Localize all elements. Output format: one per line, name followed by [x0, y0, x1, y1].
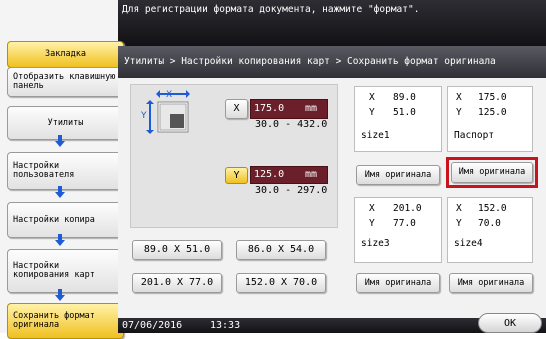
slot-y-label: Y — [456, 218, 462, 229]
slot-y-value: 70.0 — [478, 218, 501, 229]
x-select-button[interactable]: X — [225, 99, 248, 119]
nav-step-save-original-size[interactable]: Сохранить формат оригинала — [7, 303, 124, 339]
preset-label: 152.0 X 70.0 — [244, 277, 318, 288]
original-name-button[interactable]: Имя оригинала — [356, 273, 440, 293]
original-name-button[interactable]: Имя оригинала — [356, 165, 440, 185]
keypad-button[interactable]: Отобразить клавишную панель — [7, 67, 124, 97]
slot-y-label: Y — [369, 107, 375, 118]
slot-name: size4 — [454, 238, 483, 249]
preset-button[interactable]: 89.0 X 51.0 — [132, 240, 222, 260]
status-date: 07/06/2016 — [122, 320, 183, 331]
y-value: 125.0 — [254, 169, 285, 180]
nav-step-label: Настройки пользователя — [13, 161, 75, 180]
document-size-icon: X Y — [140, 90, 190, 134]
arrow-down-icon — [55, 234, 65, 246]
y-label: Y — [233, 170, 240, 181]
svg-text:X: X — [166, 90, 172, 100]
x-label: X — [233, 103, 240, 114]
original-name-label: Имя оригинала — [457, 278, 525, 288]
slot-x-value: 89.0 — [393, 92, 416, 103]
breadcrumb: Утилиты > Настройки копирования карт > С… — [118, 46, 546, 78]
nav-step-label: Сохранить формат оригинала — [13, 311, 95, 330]
nav-step-utilities[interactable]: Утилиты — [7, 106, 124, 140]
slot-x-label: X — [456, 92, 462, 103]
nav-step-user-settings[interactable]: Настройки пользователя — [7, 152, 124, 190]
slot-y-value: 125.0 — [478, 107, 507, 118]
size-slot-1[interactable]: X 89.0 Y 51.0 size1 — [354, 86, 442, 152]
left-nav-panel: Закладка Отобразить клавишную панель Ути… — [0, 0, 124, 339]
preset-button[interactable]: 152.0 X 70.0 — [236, 273, 326, 293]
slot-x-value: 152.0 — [478, 203, 507, 214]
svg-text:Y: Y — [140, 111, 147, 121]
slot-x-label: X — [456, 203, 462, 214]
y-unit: mm — [304, 169, 317, 180]
slot-y-value: 51.0 — [393, 107, 416, 118]
y-value-field[interactable]: 125.0 mm — [250, 166, 328, 184]
keypad-label: Отобразить клавишную панель — [13, 72, 116, 91]
original-name-label: Имя оригинала — [364, 278, 432, 288]
size-slot-4[interactable]: X 152.0 Y 70.0 size4 — [447, 197, 533, 263]
x-range: 30.0 - 432.0 — [255, 119, 328, 130]
x-unit: mm — [304, 103, 317, 114]
slot-name: size3 — [361, 238, 390, 249]
preset-label: 86.0 X 54.0 — [247, 244, 315, 255]
slot-x-value: 175.0 — [478, 92, 507, 103]
nav-step-label: Утилиты — [47, 117, 84, 128]
bookmark-label: Закладка — [45, 49, 86, 59]
slot-name: size1 — [361, 130, 390, 141]
ok-label: OK — [503, 318, 517, 329]
original-name-label: Имя оригинала — [458, 167, 526, 177]
message-bar: Для регистрации формата документа, нажми… — [118, 0, 546, 46]
nav-step-label: Настройки копира — [13, 214, 95, 225]
preset-button[interactable]: 201.0 X 77.0 — [132, 273, 222, 293]
arrow-down-icon — [55, 289, 65, 301]
original-name-button[interactable]: Имя оригинала — [451, 162, 533, 183]
y-select-button[interactable]: Y — [225, 167, 248, 184]
preset-button[interactable]: 86.0 X 54.0 — [236, 240, 326, 260]
original-name-button[interactable]: Имя оригинала — [449, 273, 533, 293]
slot-x-value: 201.0 — [393, 203, 422, 214]
x-value-field[interactable]: 175.0 mm — [250, 99, 328, 119]
nav-step-card-copy-settings[interactable]: Настройки копирования карт — [7, 249, 124, 293]
preset-label: 89.0 X 51.0 — [143, 244, 211, 255]
slot-x-label: X — [369, 92, 375, 103]
x-value: 175.0 — [254, 103, 285, 114]
instruction-message: Для регистрации формата документа, нажми… — [122, 4, 420, 15]
slot-x-label: X — [369, 203, 375, 214]
status-time: 13:33 — [210, 320, 241, 331]
size-slot-3[interactable]: X 201.0 Y 77.0 size3 — [354, 197, 442, 263]
original-name-label: Имя оригинала — [364, 170, 432, 180]
slot-y-label: Y — [369, 218, 375, 229]
nav-step-label: Настройки копирования карт — [13, 261, 95, 280]
nav-step-copier-settings[interactable]: Настройки копира — [7, 202, 124, 238]
slot-y-value: 77.0 — [393, 218, 416, 229]
preset-label: 201.0 X 77.0 — [140, 277, 214, 288]
slot-name: Паспорт — [454, 130, 495, 141]
breadcrumb-text: Утилиты > Настройки копирования карт > С… — [124, 56, 496, 67]
bookmark-button[interactable]: Закладка — [7, 41, 124, 68]
size-slot-2[interactable]: X 175.0 Y 125.0 Паспорт — [447, 86, 533, 152]
slot-y-label: Y — [456, 107, 462, 118]
y-range: 30.0 - 297.0 — [255, 185, 328, 196]
arrow-down-icon — [55, 186, 65, 198]
ok-button[interactable]: OK — [478, 313, 542, 333]
arrow-down-icon — [55, 135, 65, 147]
